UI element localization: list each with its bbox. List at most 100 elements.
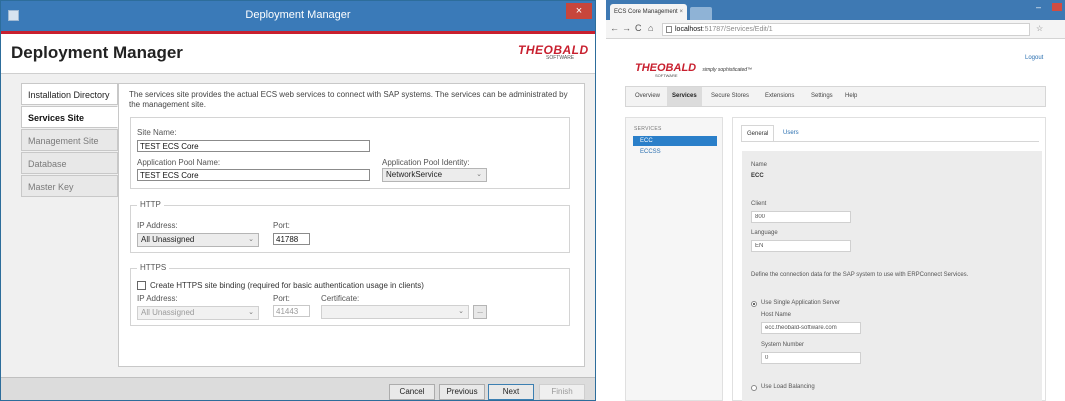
theobald-logo: THEOBALD SOFTWARE <box>518 43 589 61</box>
cancel-button[interactable]: Cancel <box>389 384 435 400</box>
app-pool-name-label: Application Pool Name: <box>137 158 221 167</box>
step-installation-directory[interactable]: Installation Directory <box>21 83 118 105</box>
browser-tab[interactable]: ECS Core Management × <box>610 4 687 20</box>
http-port-field[interactable] <box>273 233 310 245</box>
connection-note: Define the connection data for the SAP s… <box>751 272 969 278</box>
title-bar[interactable]: Deployment Manager × <box>1 1 595 31</box>
host-name-label: Host Name <box>761 312 792 318</box>
select-value: NetworkService <box>386 170 443 179</box>
menu-extensions[interactable]: Extensions <box>760 87 799 106</box>
single-server-label: Use Single Application Server <box>761 300 841 306</box>
step-management-site[interactable]: Management Site <box>21 129 118 151</box>
menu-services[interactable]: Services <box>667 87 702 106</box>
system-number-label: System Number <box>761 342 805 348</box>
system-number-field[interactable] <box>761 352 861 364</box>
step-database[interactable]: Database <box>21 152 118 174</box>
theobald-logo: THEOBALD simply sophisticated™ SOFTWARE <box>635 62 752 78</box>
menu-help[interactable]: Help <box>840 87 862 106</box>
language-field[interactable] <box>751 240 851 252</box>
single-server-radio[interactable] <box>751 301 757 307</box>
menu-secure-stores[interactable]: Secure Stores <box>706 87 754 106</box>
https-ip-select[interactable]: All Unassigned ⌄ <box>137 306 259 320</box>
tab-title: ECS Core Management <box>614 9 678 15</box>
http-ip-select[interactable]: All Unassigned ⌄ <box>137 233 259 247</box>
certificate-select[interactable]: ⌄ <box>321 305 469 319</box>
step-label: Services Site <box>28 113 85 123</box>
https-group: HTTPS Create HTTPS site binding (require… <box>130 263 570 326</box>
app-pool-name-field[interactable] <box>137 169 370 181</box>
back-icon[interactable]: ← <box>610 23 619 33</box>
step-services-site[interactable]: Services Site <box>21 106 118 128</box>
forward-icon[interactable]: → <box>622 23 631 33</box>
client-label: Client <box>751 201 767 207</box>
next-button[interactable]: Next <box>488 384 534 400</box>
tab-divider <box>741 141 1039 142</box>
load-balancing-label: Use Load Balancing <box>761 384 815 390</box>
chevron-down-icon: ⌄ <box>248 236 254 243</box>
sidebar-heading: SERVICES <box>634 126 662 132</box>
load-balancing-radio[interactable] <box>751 385 757 391</box>
step-label: Installation Directory <box>28 90 110 100</box>
previous-button[interactable]: Previous <box>439 384 485 400</box>
http-group-title: HTTP <box>137 200 164 209</box>
services-sidebar: SERVICES ECC ECCSS <box>625 117 723 401</box>
client-field[interactable] <box>751 211 851 223</box>
https-ip-label: IP Address: <box>137 294 178 303</box>
step-label: Database <box>28 159 67 169</box>
sidebar-item-ecc[interactable]: ECC <box>633 136 717 146</box>
https-binding-checkbox[interactable] <box>137 281 146 290</box>
http-port-label: Port: <box>273 221 290 230</box>
new-tab-button[interactable] <box>690 7 712 20</box>
https-port-label: Port: <box>273 294 290 303</box>
sidebar-item-eccss[interactable]: ECCSS <box>633 147 717 157</box>
step-master-key[interactable]: Master Key <box>21 175 118 197</box>
page-icon <box>666 26 672 33</box>
https-binding-label: Create HTTPS site binding (required for … <box>150 281 424 290</box>
select-value: All Unassigned <box>141 235 195 244</box>
site-name-label: Site Name: <box>137 128 177 137</box>
certificate-label: Certificate: <box>321 294 360 303</box>
site-group: Site Name: Application Pool Name: Applic… <box>130 117 570 189</box>
logo-sub: SOFTWARE <box>655 73 678 78</box>
menu-overview[interactable]: Overview <box>630 87 665 106</box>
reload-icon[interactable]: C <box>635 23 642 33</box>
deployment-manager-window: Deployment Manager × Deployment Manager … <box>0 0 596 401</box>
wizard-footer: Cancel Previous Next Finish <box>1 377 595 400</box>
minimize-icon[interactable]: – <box>1036 2 1041 12</box>
language-label: Language <box>751 230 778 236</box>
site-name-field[interactable] <box>137 140 370 152</box>
services-site-panel: The services site provides the actual EC… <box>118 83 585 367</box>
browser-tabstrip: ECS Core Management × – <box>606 0 1065 20</box>
app-pool-identity-select[interactable]: NetworkService ⌄ <box>382 168 487 182</box>
https-port-field[interactable] <box>273 305 310 317</box>
chevron-down-icon: ⌄ <box>476 171 482 178</box>
url-path: :51787/Services/Edit/1 <box>702 26 773 33</box>
name-label: Name <box>751 162 768 168</box>
close-icon[interactable]: × <box>566 3 592 19</box>
url-host: localhost <box>675 26 703 33</box>
https-group-title: HTTPS <box>137 263 170 272</box>
app-pool-identity-label: Application Pool Identity: <box>382 158 470 167</box>
address-bar[interactable]: localhost:51787/Services/Edit/1 <box>662 23 1030 36</box>
host-name-field[interactable] <box>761 322 861 334</box>
page-title: Deployment Manager <box>11 43 183 62</box>
window-title: Deployment Manager <box>245 9 351 21</box>
description-text: The services site provides the actual EC… <box>129 90 568 109</box>
home-icon[interactable]: ⌂ <box>648 23 653 33</box>
tab-users[interactable]: Users <box>778 125 804 142</box>
logout-link[interactable]: Logout <box>1025 55 1043 61</box>
browse-certificate-button[interactable]: ... <box>473 305 487 319</box>
step-label: Master Key <box>28 182 74 192</box>
finish-button[interactable]: Finish <box>539 384 585 400</box>
service-editor: General Users Name ECC Client Language D… <box>732 117 1046 401</box>
logo-tagline: simply sophisticated™ <box>702 67 753 73</box>
bookmark-star-icon[interactable]: ☆ <box>1036 24 1043 33</box>
http-group: HTTP IP Address: All Unassigned ⌄ Port: <box>130 200 570 253</box>
close-icon[interactable]: × <box>679 4 683 20</box>
step-label: Management Site <box>28 136 99 146</box>
wizard-header: Deployment Manager THEOBALD SOFTWARE <box>1 34 595 74</box>
close-window-icon[interactable] <box>1052 3 1062 11</box>
http-ip-label: IP Address: <box>137 221 178 230</box>
menu-settings[interactable]: Settings <box>806 87 838 106</box>
tab-general[interactable]: General <box>741 125 775 142</box>
